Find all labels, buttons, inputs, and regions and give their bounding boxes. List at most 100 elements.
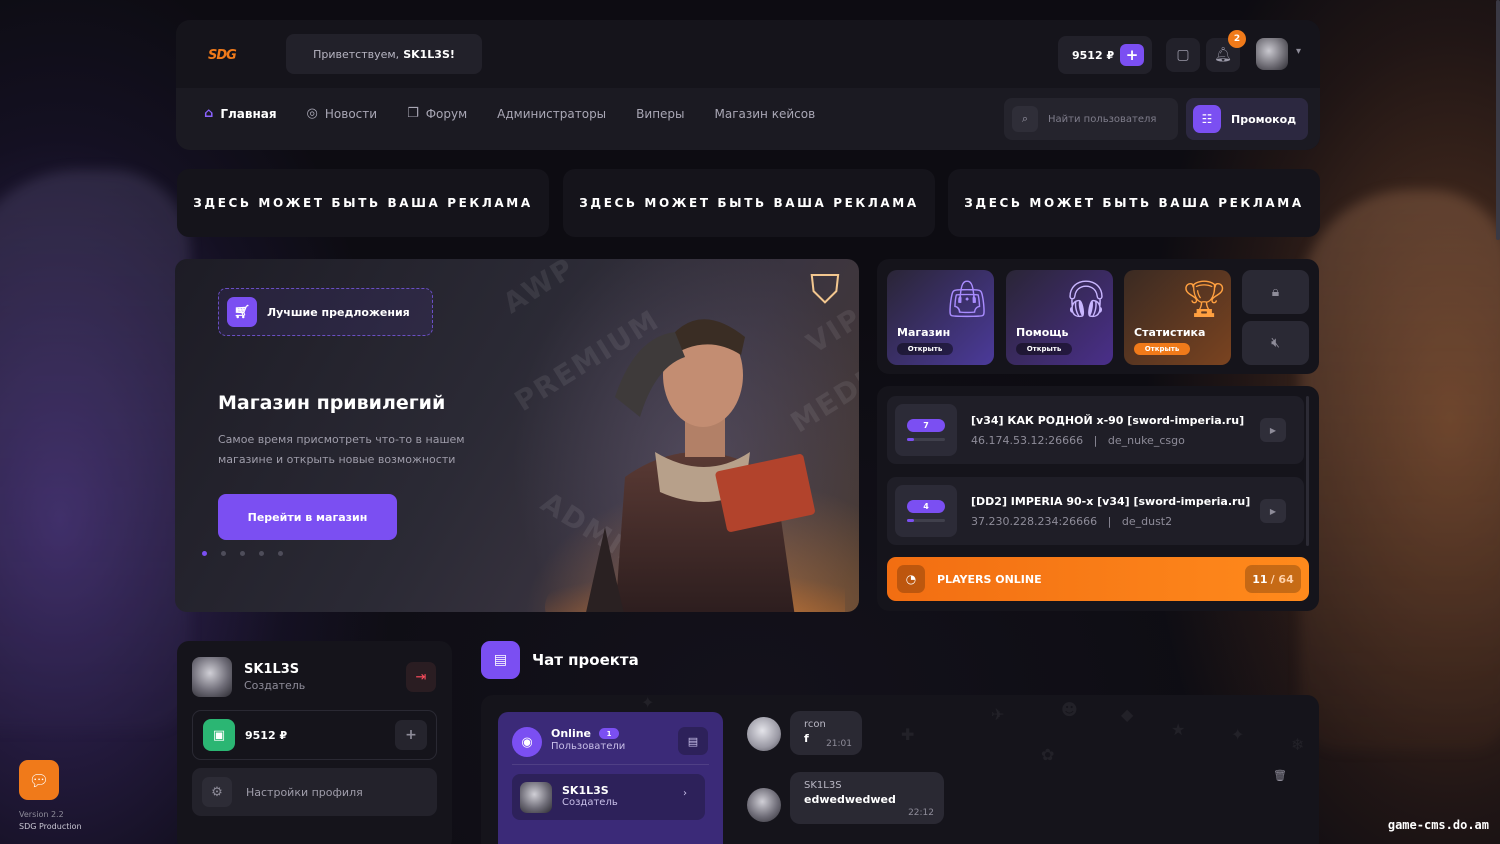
decor-icon: ✚ xyxy=(901,725,915,744)
server-name: [DD2] IMPERIA 90-x [v34] [sword-imperia.… xyxy=(971,495,1251,508)
promo-code-button[interactable]: ☷ Промокод xyxy=(1186,98,1308,140)
ad-banner-2[interactable]: ЗДЕСЬ МОЖЕТ БЫТЬ ВАША РЕКЛАМА xyxy=(563,169,935,237)
lock-button[interactable]: 🔒︎ xyxy=(1242,270,1309,314)
divider xyxy=(512,764,709,765)
nav-admins[interactable]: Администраторы xyxy=(497,106,606,121)
messages-button[interactable]: ▢ xyxy=(1166,38,1200,72)
slider-dot-3[interactable] xyxy=(240,551,245,556)
header-balance[interactable]: 9512 ₽ + xyxy=(1058,36,1152,74)
globe-icon: ◎ xyxy=(306,106,318,121)
user-search-input[interactable]: ⌕ Найти пользователя xyxy=(1004,98,1178,140)
chat-title: Чат проекта xyxy=(532,651,639,669)
greeting: Приветствуем, SK1L3S! xyxy=(286,34,482,74)
server-card[interactable]: 4 [DD2] IMPERIA 90-x [v34] [sword-imperi… xyxy=(887,477,1304,545)
nav-news[interactable]: ◎ Новости xyxy=(307,106,378,121)
slider-dot-5[interactable] xyxy=(278,551,283,556)
chevron-down-icon[interactable]: ▾ xyxy=(1296,46,1301,57)
tile-stats-open: Открыть xyxy=(1134,343,1190,355)
top-up-button[interactable]: + xyxy=(1120,44,1144,66)
logout-button[interactable]: ⇥ xyxy=(406,662,436,692)
server-players: 4 xyxy=(895,485,957,537)
page-scrollbar[interactable] xyxy=(1496,0,1500,240)
support-chat-button[interactable]: 💬︎ xyxy=(19,760,59,800)
players-online-current: 11 xyxy=(1252,572,1268,586)
server-load-bar xyxy=(907,519,945,522)
server-ip: 37.230.228.234:26666 xyxy=(971,515,1098,528)
online-list-button[interactable]: ▤ xyxy=(678,727,708,755)
decor-icon: ★ xyxy=(1171,720,1186,739)
nav-case-shop[interactable]: Магазин кейсов xyxy=(715,106,816,121)
tile-shop[interactable]: 👜︎ Магазин Открыть xyxy=(887,270,994,365)
online-icon: ◔ xyxy=(897,565,925,593)
header-balance-value: 9512 ₽ xyxy=(1072,48,1115,62)
ticket-icon: ☷ xyxy=(1193,105,1221,133)
nav-news-label: Новости xyxy=(324,106,378,121)
server-load-fill xyxy=(907,438,914,441)
hero-slider: AWP PREMIUM VIP MEDIA ADMIN ⛉ 🛒︎ Лучшие … xyxy=(175,259,859,612)
slider-dots xyxy=(202,551,283,556)
server-card[interactable]: 7 [v34] КАК РОДНОЙ x-90 [sword-imperia.r… xyxy=(887,396,1304,464)
version-text: Version 2.2 xyxy=(19,810,64,819)
notifications-button[interactable]: 🔔︎ 2 xyxy=(1206,30,1246,72)
chat-panel: ✦ ✚ ✈ ☻ ◆ ★ ✦ ❄ ✿ ◉ Online 1 Пользовател… xyxy=(481,695,1319,844)
tile-help-open: Открыть xyxy=(1016,343,1072,355)
slider-dot-2[interactable] xyxy=(221,551,226,556)
lock-icon: 🔒︎ xyxy=(1271,284,1280,300)
profile-avatar[interactable] xyxy=(192,657,232,697)
online-subtitle: Пользователи xyxy=(551,741,626,752)
nav-vips[interactable]: Виперы xyxy=(636,106,684,121)
list-icon: ▤ xyxy=(687,734,699,748)
profile-panel: SK1L3S Создатель ⇥ ▣ 9512 ₽ + ⚙ Настройк… xyxy=(177,641,452,844)
profile-role: Создатель xyxy=(244,679,306,692)
message-avatar[interactable] xyxy=(747,717,781,751)
nav-forum[interactable]: ❐ Форум xyxy=(407,106,467,121)
emblem-icon: ⛉ xyxy=(810,267,840,313)
site-logo[interactable]: SDG xyxy=(208,48,266,63)
tile-help[interactable]: 🎧︎ Помощь Открыть xyxy=(1006,270,1113,365)
message-author: rcon xyxy=(804,719,826,730)
tile-stats[interactable]: 🏆︎ Статистика Открыть xyxy=(1124,270,1231,365)
promo-label: Промокод xyxy=(1231,112,1297,126)
user-avatar[interactable] xyxy=(1256,38,1288,70)
chat-icon: ▢ xyxy=(1176,47,1190,63)
tile-stats-title: Статистика xyxy=(1134,326,1206,339)
ad-banner-3[interactable]: ЗДЕСЬ МОЖЕТ БЫТЬ ВАША РЕКЛАМА xyxy=(948,169,1320,237)
chat-message: rcon f 21:01 xyxy=(790,711,862,755)
players-online-count: 11 / 64 xyxy=(1245,565,1301,593)
hero-character-image xyxy=(545,319,845,612)
players-online-bar: ◔ PLAYERS ONLINE 11 / 64 xyxy=(887,557,1309,601)
slider-dot-4[interactable] xyxy=(259,551,264,556)
tile-shop-open: Открыть xyxy=(897,343,953,355)
server-players-count: 4 xyxy=(907,500,945,513)
plus-icon: + xyxy=(405,727,417,743)
wallet-icon: ▣ xyxy=(203,719,235,751)
profile-name: SK1L3S xyxy=(244,662,300,677)
trash-icon[interactable]: 🗑︎ xyxy=(1273,769,1287,782)
tile-help-title: Помощь xyxy=(1016,326,1069,339)
message-avatar[interactable] xyxy=(747,788,781,822)
chevron-right-icon: › xyxy=(683,788,687,799)
server-connect-button[interactable]: ▶ xyxy=(1260,499,1286,523)
slider-dot-1[interactable] xyxy=(202,551,207,556)
message-author: SK1L3S xyxy=(804,780,842,791)
mute-button[interactable]: 🔇︎ xyxy=(1242,321,1309,365)
profile-settings-label: Настройки профиля xyxy=(246,785,363,799)
nav-case-shop-label: Магазин кейсов xyxy=(714,106,816,121)
ad-banner-1[interactable]: ЗДЕСЬ МОЖЕТ БЫТЬ ВАША РЕКЛАМА xyxy=(177,169,549,237)
decor-icon: ✦ xyxy=(641,695,655,712)
play-icon: ▶ xyxy=(1269,425,1277,435)
headset-icon: 🎧︎ xyxy=(1063,279,1109,320)
go-to-shop-button[interactable]: Перейти в магазин xyxy=(218,494,397,540)
nav-home[interactable]: ⌂ Главная xyxy=(204,106,277,121)
profile-settings-button[interactable]: ⚙ Настройки профиля xyxy=(192,768,437,816)
wallet-top-up-button[interactable]: + xyxy=(395,720,427,750)
play-icon: ▶ xyxy=(1269,506,1277,516)
online-user-item[interactable]: SK1L3S Создатель › xyxy=(512,774,705,820)
servers-scrollbar[interactable] xyxy=(1306,396,1309,546)
server-meta: 37.230.228.234:26666 | de_dust2 xyxy=(971,515,1173,528)
players-online-max: / 64 xyxy=(1270,572,1294,586)
message-time: 21:01 xyxy=(826,739,852,749)
server-connect-button[interactable]: ▶ xyxy=(1260,418,1286,442)
production-text: SDG Production xyxy=(19,822,82,831)
forum-icon: ❐ xyxy=(407,106,419,121)
